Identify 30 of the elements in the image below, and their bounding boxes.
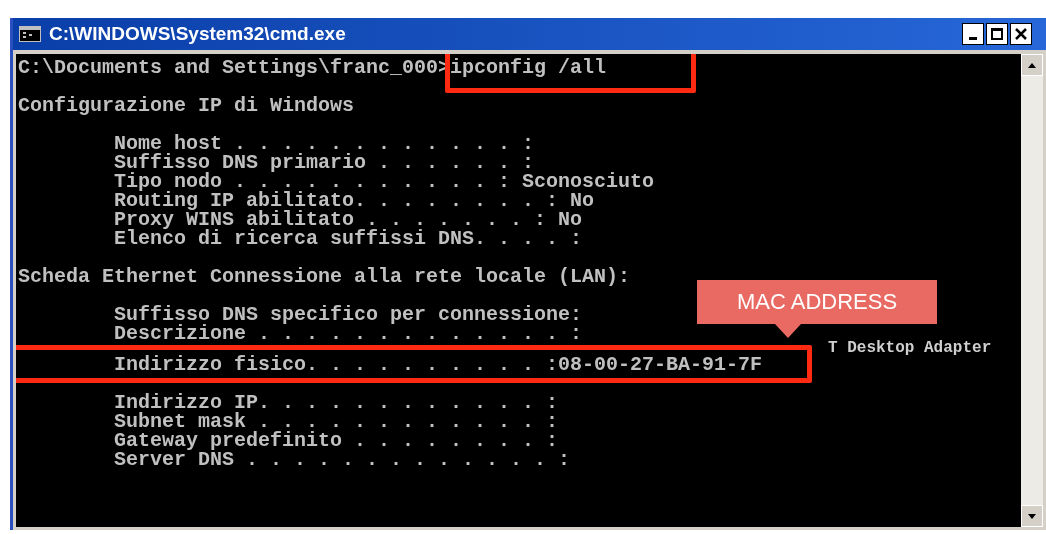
console-line: Suffisso DNS specifico per connessione: [113, 305, 583, 324]
console-line: Nome host . . . . . . . . . . . . : [113, 134, 535, 153]
close-icon [1015, 28, 1027, 40]
console-text: T Desktop Adapter [828, 341, 992, 355]
vertical-scrollbar[interactable] [1021, 54, 1043, 527]
console-line: Subnet mask . . . . . . . . . . . . : [113, 412, 559, 431]
console-line: Indirizzo IP. . . . . . . . . . . . : [113, 393, 559, 412]
console-icon [19, 26, 41, 42]
scroll-down-button[interactable] [1021, 505, 1043, 527]
console-line: Routing IP abilitato. . . . . . . . : No [113, 191, 595, 210]
callout-label: MAC ADDRESS [736, 289, 898, 315]
window-title: C:\WINDOWS\System32\cmd.exe [49, 21, 347, 46]
console-line: Gateway predefinito . . . . . . . . : [113, 431, 559, 450]
console-line: Configurazione IP di Windows [18, 96, 355, 115]
minimize-icon [969, 37, 977, 40]
console-line: Suffisso DNS primario . . . . . . : [113, 153, 535, 172]
console-line: Server DNS . . . . . . . . . . . . . : [113, 450, 571, 469]
scroll-up-button[interactable] [1021, 54, 1043, 76]
highlighted-command: ipconfig /all [445, 54, 697, 93]
maximize-button[interactable] [986, 23, 1008, 45]
console-line: Proxy WINS abilitato . . . . . . . : No [113, 210, 583, 229]
console-line: Tipo nodo . . . . . . . . . . . : Sconosciuto [113, 172, 655, 191]
up-arrow-icon [1028, 62, 1036, 68]
console-line: Elenco di ricerca suffissi DNS. . . . : [113, 229, 583, 248]
minimize-button[interactable] [962, 23, 984, 45]
console-line: Scheda Ethernet Connessione alla rete locale (LAN): [18, 267, 631, 286]
down-arrow-icon [1028, 513, 1036, 519]
maximize-icon [991, 28, 1003, 40]
console-line: Descrizione . . . . . . . . . . . . . : [113, 324, 583, 343]
close-button[interactable] [1010, 23, 1032, 45]
